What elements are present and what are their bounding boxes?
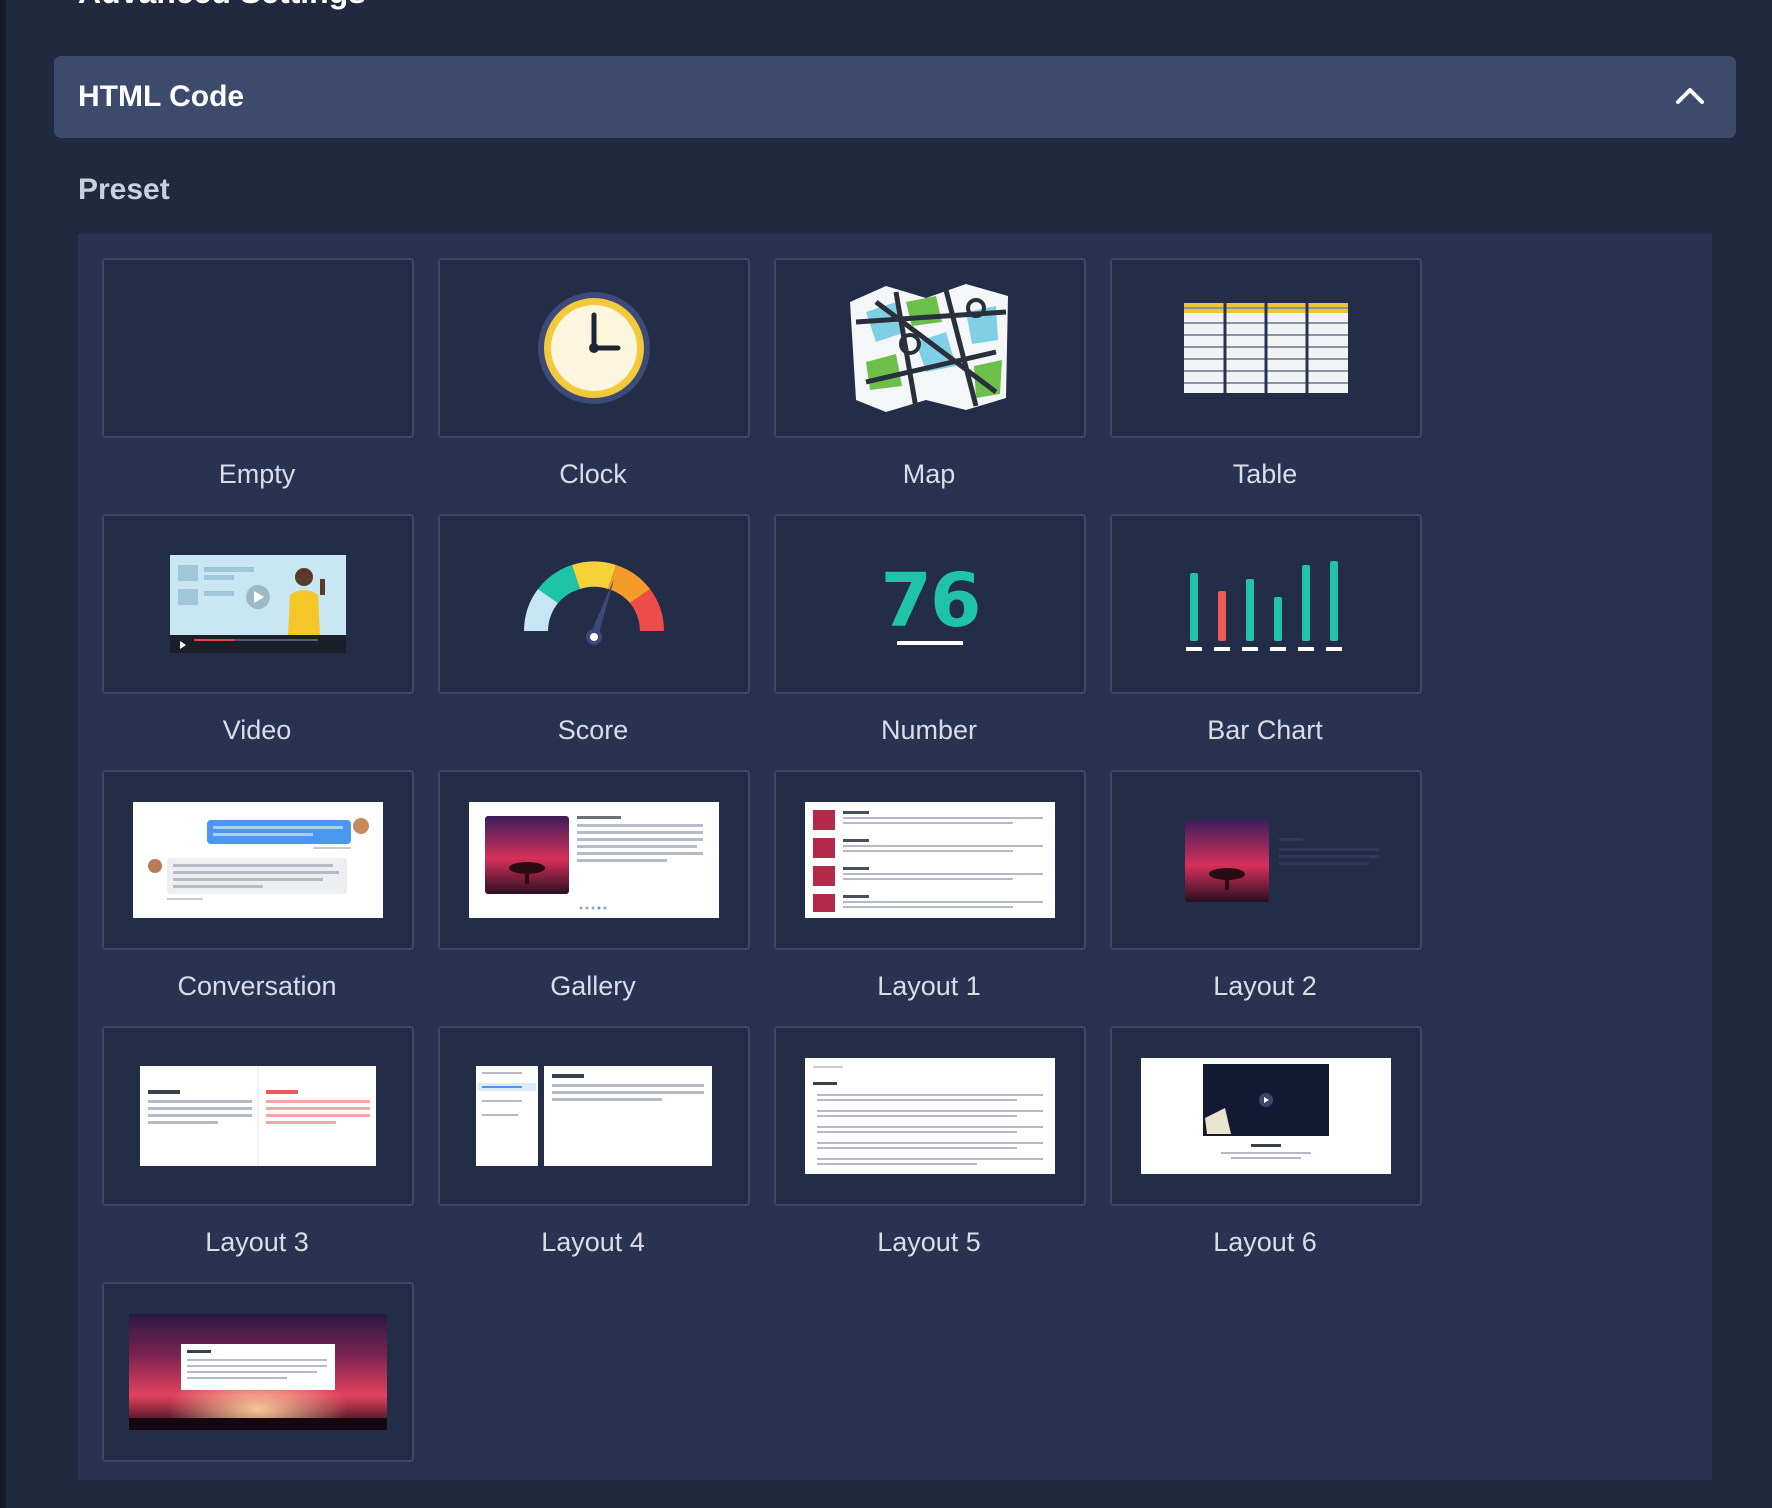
layout-2-preview-icon (1185, 820, 1379, 902)
preset-thumbnail: 76 (774, 514, 1086, 694)
preset-clock[interactable]: Clock (438, 258, 750, 490)
preset-layout-1[interactable]: Layout 1 (774, 770, 1086, 1002)
preset-conversation[interactable]: Conversation (102, 770, 414, 1002)
preset-thumbnail (102, 1026, 414, 1206)
preset-thumbnail (102, 258, 414, 438)
preset-label-text: Gallery (550, 971, 636, 1001)
map-icon (850, 284, 1008, 412)
chevron-up-icon[interactable] (1674, 82, 1706, 108)
preset-layout-5[interactable]: Layout 5 (774, 1026, 1086, 1258)
preset-label-text: Layout 2 (1213, 971, 1317, 1001)
preset-table[interactable]: Table (1110, 258, 1422, 490)
html-code-section-header[interactable]: HTML Code (54, 56, 1736, 138)
preset-layout-4[interactable]: Layout 4 (438, 1026, 750, 1258)
preset-score[interactable]: Score (438, 514, 750, 746)
preset-layout-6[interactable]: Layout 6 (1110, 1026, 1422, 1258)
preset-label-text: Map (902, 459, 956, 489)
preset-gallery[interactable]: Gallery (438, 770, 750, 1002)
table-icon (1184, 303, 1348, 393)
preset-label: Preset (78, 173, 170, 206)
preset-label-text: Layout 4 (541, 1227, 645, 1257)
preset-label-text: Clock (559, 459, 627, 489)
preset-thumbnail (102, 1282, 414, 1462)
preset-map[interactable]: Map (774, 258, 1086, 490)
advanced-settings-header[interactable]: Advanced Settings (78, 0, 1728, 12)
preset-video[interactable]: Video (102, 514, 414, 746)
preset-thumbnail (774, 770, 1086, 950)
preset-thumbnail (1110, 1026, 1422, 1206)
layout-4-preview-icon (476, 1066, 712, 1166)
preset-layout-3[interactable]: Layout 3 (102, 1026, 414, 1258)
left-edge (0, 0, 6, 1508)
preset-thumbnail (1110, 514, 1422, 694)
preset-label-text: Score (557, 715, 629, 745)
preset-number[interactable]: 76 Number (774, 514, 1086, 746)
preset-thumbnail (1110, 770, 1422, 950)
bar-chart-icon (1186, 561, 1342, 651)
preset-label-text: Layout 5 (877, 1227, 981, 1257)
conversation-preview-icon (133, 802, 383, 918)
html-code-title: HTML Code (78, 80, 245, 113)
preset-label-text: Conversation (177, 971, 337, 1001)
preset-label-text: Number (880, 715, 978, 745)
preset-layout-2[interactable]: Layout 2 (1110, 770, 1422, 1002)
preset-thumbnail (774, 258, 1086, 438)
preset-thumbnail (438, 258, 750, 438)
preset-thumbnail (438, 514, 750, 694)
layout-3-preview-icon (140, 1066, 376, 1166)
preset-thumbnail (102, 514, 414, 694)
preset-thumbnail (1110, 258, 1422, 438)
layout-1-preview-icon (805, 802, 1055, 918)
advanced-settings-title: Advanced Settings (78, 0, 366, 12)
video-player-icon (170, 555, 346, 653)
gallery-preview-icon (469, 802, 719, 918)
preset-label-text: Layout 6 (1213, 1227, 1317, 1257)
preset-label-text: Video (222, 715, 292, 745)
preset-thumbnail (774, 1026, 1086, 1206)
preset-label-text: Table (1232, 459, 1298, 489)
preset-label-text: Layout 1 (877, 971, 981, 1001)
hero-layout-preview-icon (129, 1314, 387, 1430)
preset-empty[interactable]: Empty (102, 258, 414, 490)
number-preview-value: 76 (880, 558, 982, 644)
layout-5-preview-icon (805, 1058, 1055, 1174)
preset-bar-chart[interactable]: Bar Chart (1110, 514, 1422, 746)
preset-label-text: Bar Chart (1207, 715, 1323, 745)
preset-thumbnail (438, 770, 750, 950)
preset-thumbnail (438, 1026, 750, 1206)
number-underline (897, 641, 963, 645)
preset-label-text: Layout 3 (205, 1227, 309, 1257)
preset-thumbnail (102, 770, 414, 950)
preset-hero-layout[interactable] (102, 1282, 414, 1482)
clock-icon (538, 292, 650, 404)
preset-label-text: Empty (218, 459, 296, 489)
gauge-icon (524, 561, 664, 645)
preset-grid: Empty Clock Map Table Video Score 76 Num… (78, 234, 1712, 1480)
layout-6-preview-icon (1141, 1058, 1391, 1174)
